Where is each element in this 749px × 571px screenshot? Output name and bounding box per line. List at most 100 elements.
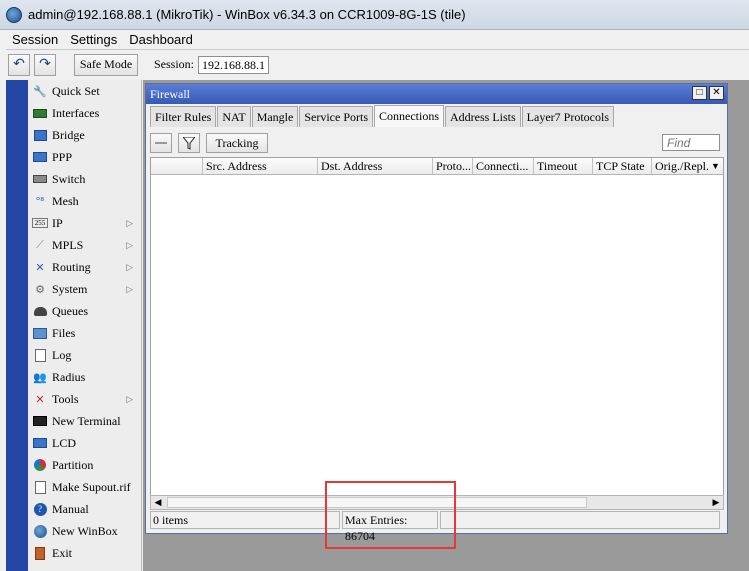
files-icon: [32, 326, 48, 340]
tab-mangle[interactable]: Mangle: [251, 106, 299, 127]
maximize-button[interactable]: □: [692, 86, 707, 100]
column-header[interactable]: [151, 158, 203, 174]
submenu-arrow-icon: ▷: [126, 239, 133, 250]
tab-connections[interactable]: Connections: [374, 105, 444, 127]
column-header[interactable]: TCP State: [593, 158, 652, 174]
menu-settings[interactable]: Settings: [64, 32, 123, 47]
partition-icon: [32, 458, 48, 472]
sidebar-item-switch[interactable]: Switch: [28, 168, 141, 190]
lcd-icon: [32, 436, 48, 450]
highlight-box: [325, 481, 456, 549]
tab-nat[interactable]: NAT: [217, 106, 251, 127]
session-label: Session:: [154, 57, 195, 71]
sidebar-item-ip[interactable]: 255 IP ▷: [28, 212, 141, 234]
sidebar-item-new-winbox[interactable]: New WinBox: [28, 520, 141, 542]
window-title: admin@192.168.88.1 (MikroTik) - WinBox v…: [28, 7, 466, 22]
sidebar-item-label: Partition: [52, 457, 94, 472]
column-chooser-icon[interactable]: ▼: [708, 158, 723, 174]
queues-icon: [32, 304, 48, 318]
sidebar-item-label: Interfaces: [52, 105, 100, 120]
sidebar-item-label: Exit: [52, 545, 72, 560]
sidebar-item-label: Bridge: [52, 127, 85, 142]
safe-mode-button[interactable]: Safe Mode: [74, 53, 138, 76]
tracking-button[interactable]: Tracking: [206, 133, 268, 153]
sidebar-item-partition[interactable]: Partition: [28, 454, 141, 476]
terminal-icon: [32, 414, 48, 428]
sidebar-item-new-terminal[interactable]: New Terminal: [28, 410, 141, 432]
table-header: Src. Address Dst. Address Proto... Conne…: [151, 158, 723, 175]
sidebar-item-interfaces[interactable]: Interfaces: [28, 102, 141, 124]
sidebar-item-label: Queues: [52, 303, 88, 318]
firewall-title-bar[interactable]: Firewall □ ✕: [146, 84, 727, 104]
scroll-right-icon[interactable]: ▶: [709, 496, 723, 509]
system-icon: ⚙: [35, 283, 45, 296]
redo-icon: ↷: [39, 57, 51, 72]
column-header[interactable]: Orig./Repl.: [652, 158, 708, 174]
undo-icon: ↶: [13, 57, 25, 72]
tab-address-lists[interactable]: Address Lists: [445, 106, 521, 127]
bridge-icon: [32, 128, 48, 142]
column-header[interactable]: Src. Address: [203, 158, 318, 174]
sidebar-menu: 🔧 Quick Set Interfaces Bridge PPP Switch…: [28, 80, 142, 571]
mpls-icon: ⟋: [36, 238, 44, 251]
column-header[interactable]: Proto...: [433, 158, 473, 174]
ip-icon: 255: [32, 218, 48, 228]
sidebar-item-ppp[interactable]: PPP: [28, 146, 141, 168]
sidebar-item-label: New WinBox: [52, 523, 118, 538]
scroll-left-icon[interactable]: ◀: [151, 496, 165, 509]
sidebar-vertical-strip: [6, 80, 28, 571]
maximize-icon: □: [696, 87, 703, 98]
sidebar-item-label: IP: [52, 215, 63, 230]
close-icon: ✕: [712, 87, 721, 98]
ppp-icon: [32, 150, 48, 164]
sidebar-item-manual[interactable]: ? Manual: [28, 498, 141, 520]
sidebar-item-label: Quick Set: [52, 83, 100, 98]
column-header[interactable]: Dst. Address: [318, 158, 433, 174]
sidebar-item-label: Switch: [52, 171, 86, 186]
tools-icon: ✕: [35, 393, 45, 406]
sidebar-item-mesh[interactable]: °⁸ Mesh: [28, 190, 141, 212]
sidebar-item-routing[interactable]: ✕ Routing ▷: [28, 256, 141, 278]
sidebar-item-system[interactable]: ⚙ System ▷: [28, 278, 141, 300]
sidebar-item-log[interactable]: Log: [28, 344, 141, 366]
sidebar-item-label: Mesh: [52, 193, 79, 208]
filter-button[interactable]: [178, 133, 200, 153]
sidebar-item-make-supout[interactable]: Make Supout.rif: [28, 476, 141, 498]
routing-icon: ✕: [35, 261, 45, 274]
sidebar-item-exit[interactable]: Exit: [28, 542, 141, 564]
menu-dashboard[interactable]: Dashboard: [123, 32, 199, 47]
interfaces-icon: [32, 106, 48, 120]
session-field[interactable]: 192.168.88.1: [198, 55, 270, 74]
remove-button[interactable]: [150, 133, 172, 153]
sidebar-item-mpls[interactable]: ⟋ MPLS ▷: [28, 234, 141, 256]
winbox-icon: [32, 524, 48, 538]
radius-icon: 👥: [33, 371, 47, 384]
firewall-window: Firewall □ ✕ Filter Rules NAT Mangle Ser…: [145, 83, 728, 543]
sidebar-item-label: Files: [52, 325, 76, 340]
app-title-bar: admin@192.168.88.1 (MikroTik) - WinBox v…: [0, 0, 749, 30]
close-button[interactable]: ✕: [709, 86, 724, 100]
sidebar-item-queues[interactable]: Queues: [28, 300, 141, 322]
supout-icon: [32, 480, 48, 494]
filter-icon: [183, 136, 195, 150]
sidebar-item-tools[interactable]: ✕ Tools ▷: [28, 388, 141, 410]
tab-filter-rules[interactable]: Filter Rules: [150, 106, 217, 127]
sidebar-item-radius[interactable]: 👥 Radius: [28, 366, 141, 388]
redo-button[interactable]: ↷: [34, 53, 56, 76]
sidebar-item-label: Tools: [52, 391, 79, 406]
column-header[interactable]: Timeout: [534, 158, 593, 174]
column-header[interactable]: Connecti...: [473, 158, 534, 174]
winbox-app-icon: [6, 6, 22, 23]
sidebar-item-label: Routing: [52, 259, 91, 274]
sidebar-item-lcd[interactable]: LCD: [28, 432, 141, 454]
status-item-count: 0 items: [150, 511, 340, 529]
tab-layer7-protocols[interactable]: Layer7 Protocols: [521, 106, 614, 127]
sidebar-item-quick-set[interactable]: 🔧 Quick Set: [28, 80, 141, 102]
sidebar-item-bridge[interactable]: Bridge: [28, 124, 141, 146]
tab-service-ports[interactable]: Service Ports: [299, 106, 373, 127]
find-input[interactable]: [662, 134, 720, 151]
sidebar-item-files[interactable]: Files: [28, 322, 141, 344]
menu-session[interactable]: Session: [6, 32, 64, 47]
quick-set-icon: 🔧: [33, 85, 47, 98]
undo-button[interactable]: ↶: [8, 53, 30, 76]
